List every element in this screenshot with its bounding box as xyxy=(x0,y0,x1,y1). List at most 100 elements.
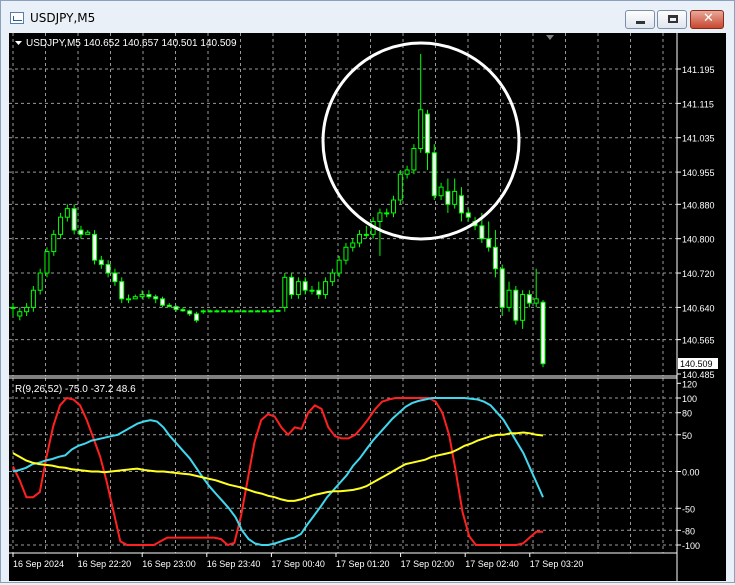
indicator-tick-label: 50 xyxy=(682,431,692,441)
slow-line xyxy=(12,431,544,502)
bear-candle xyxy=(193,313,199,321)
bull-candle xyxy=(452,190,458,205)
bull-candle xyxy=(363,233,369,236)
bull-candle xyxy=(200,310,206,313)
current-price-label: 140.509 xyxy=(680,359,713,369)
price-tick-label: 140.955 xyxy=(682,168,715,178)
indicator-tick-label: 80 xyxy=(682,409,692,419)
bull-candle xyxy=(520,294,526,321)
time-tick-label: 17 Sep 01:20 xyxy=(336,559,390,569)
chart-window: USDJPY,M5 ✕ USDJPY,M5 140.652 140.657 14… xyxy=(0,0,735,583)
bear-candle xyxy=(105,263,111,274)
bull-candle xyxy=(350,242,356,248)
bull-candle xyxy=(343,246,349,261)
chart-svg[interactable]: USDJPY,M5 140.652 140.657 140.501 140.50… xyxy=(9,33,726,581)
bull-candle xyxy=(418,109,424,149)
bull-candle xyxy=(377,212,383,222)
bull-candle xyxy=(411,147,417,171)
price-tick-label: 140.640 xyxy=(682,303,715,313)
bull-candle xyxy=(438,186,444,197)
bull-candle xyxy=(10,306,16,309)
indicator-tick-label: 0.00 xyxy=(682,468,700,478)
bear-candle xyxy=(445,190,451,205)
bull-candle xyxy=(404,169,410,175)
bull-candle xyxy=(261,310,267,313)
bull-candle xyxy=(221,310,227,313)
bull-candle xyxy=(248,310,254,313)
indicator-lines xyxy=(12,396,544,547)
bear-candle xyxy=(526,294,532,304)
close-button[interactable]: ✕ xyxy=(690,10,724,29)
bull-candle xyxy=(391,199,397,214)
price-tick-label: 141.195 xyxy=(682,65,715,75)
bear-candle xyxy=(92,233,98,261)
bull-candle xyxy=(44,251,50,274)
minimize-button[interactable] xyxy=(625,10,655,29)
bull-candle xyxy=(17,311,23,317)
time-tick-label: 16 Sep 22:20 xyxy=(78,559,132,569)
bear-candle xyxy=(302,281,308,291)
bull-candle xyxy=(126,298,132,301)
symbol-dropdown-icon[interactable] xyxy=(15,41,22,45)
bear-candle xyxy=(513,289,519,321)
bear-candle xyxy=(71,208,77,231)
bear-candle xyxy=(187,310,193,315)
bull-candle xyxy=(139,294,145,298)
bull-candle xyxy=(37,272,43,291)
bull-candle xyxy=(207,310,213,313)
bear-candle xyxy=(119,281,125,300)
shift-marker-icon[interactable] xyxy=(546,35,554,40)
bear-candle xyxy=(180,309,186,312)
bull-candle xyxy=(309,289,315,292)
bull-candle xyxy=(295,281,301,296)
main-chart-header: USDJPY,M5 140.652 140.657 140.501 140.50… xyxy=(26,38,237,49)
bear-candle xyxy=(465,212,471,218)
bear-candle xyxy=(492,246,498,270)
chart-canvas[interactable]: USDJPY,M5 140.652 140.657 140.501 140.50… xyxy=(9,33,726,581)
bear-candle xyxy=(98,259,104,265)
bull-candle xyxy=(64,208,70,218)
bear-candle xyxy=(173,306,179,311)
bear-candle xyxy=(431,152,437,197)
chart-window-icon xyxy=(10,12,24,24)
price-tick-label: 140.720 xyxy=(682,269,715,279)
bear-candle xyxy=(316,289,322,296)
indicator-tick-label: -100 xyxy=(682,541,700,551)
indicator-tick-label: -50 xyxy=(682,504,695,514)
bear-candle xyxy=(486,238,492,248)
bull-candle xyxy=(323,281,329,296)
bull-candle xyxy=(51,233,57,253)
price-axis-labels: 141.195 141.115 141.035 140.955 140.880 140.8… xyxy=(677,65,715,380)
time-tick-label: 16 Sep 2024 xyxy=(13,559,64,569)
bull-candle xyxy=(282,276,288,308)
title-bar[interactable]: USDJPY,M5 ✕ xyxy=(1,1,734,33)
time-tick-label: 17 Sep 00:40 xyxy=(271,559,325,569)
bull-candle xyxy=(132,296,138,300)
time-axis-labels: 16 Sep 2024 16 Sep 22:20 16 Sep 23:00 16 Se… xyxy=(12,553,583,569)
bear-candle xyxy=(499,268,505,308)
maximize-icon xyxy=(668,15,678,23)
bull-candle xyxy=(275,309,281,312)
bull-candle xyxy=(384,212,390,215)
bear-candle xyxy=(146,294,152,298)
grid-lines xyxy=(9,33,677,553)
bull-candle xyxy=(58,216,64,235)
price-tick-label: 140.565 xyxy=(682,336,715,346)
price-tick-label: 141.035 xyxy=(682,134,715,144)
indicator-tick-label: -80 xyxy=(682,526,695,536)
time-tick-label: 17 Sep 02:00 xyxy=(401,559,455,569)
bear-candle xyxy=(424,113,430,154)
maximize-button[interactable] xyxy=(657,10,687,29)
bull-candle xyxy=(255,310,261,313)
bull-candle xyxy=(506,289,512,308)
candles xyxy=(10,53,546,368)
bull-candle xyxy=(214,310,220,313)
bear-candle xyxy=(458,195,464,214)
bull-candle xyxy=(234,310,240,313)
bull-candle xyxy=(85,231,91,235)
bear-candle xyxy=(112,272,118,283)
bull-candle xyxy=(30,289,36,308)
bear-candle xyxy=(479,225,485,240)
bull-candle xyxy=(268,310,274,313)
bull-candle xyxy=(24,306,30,313)
